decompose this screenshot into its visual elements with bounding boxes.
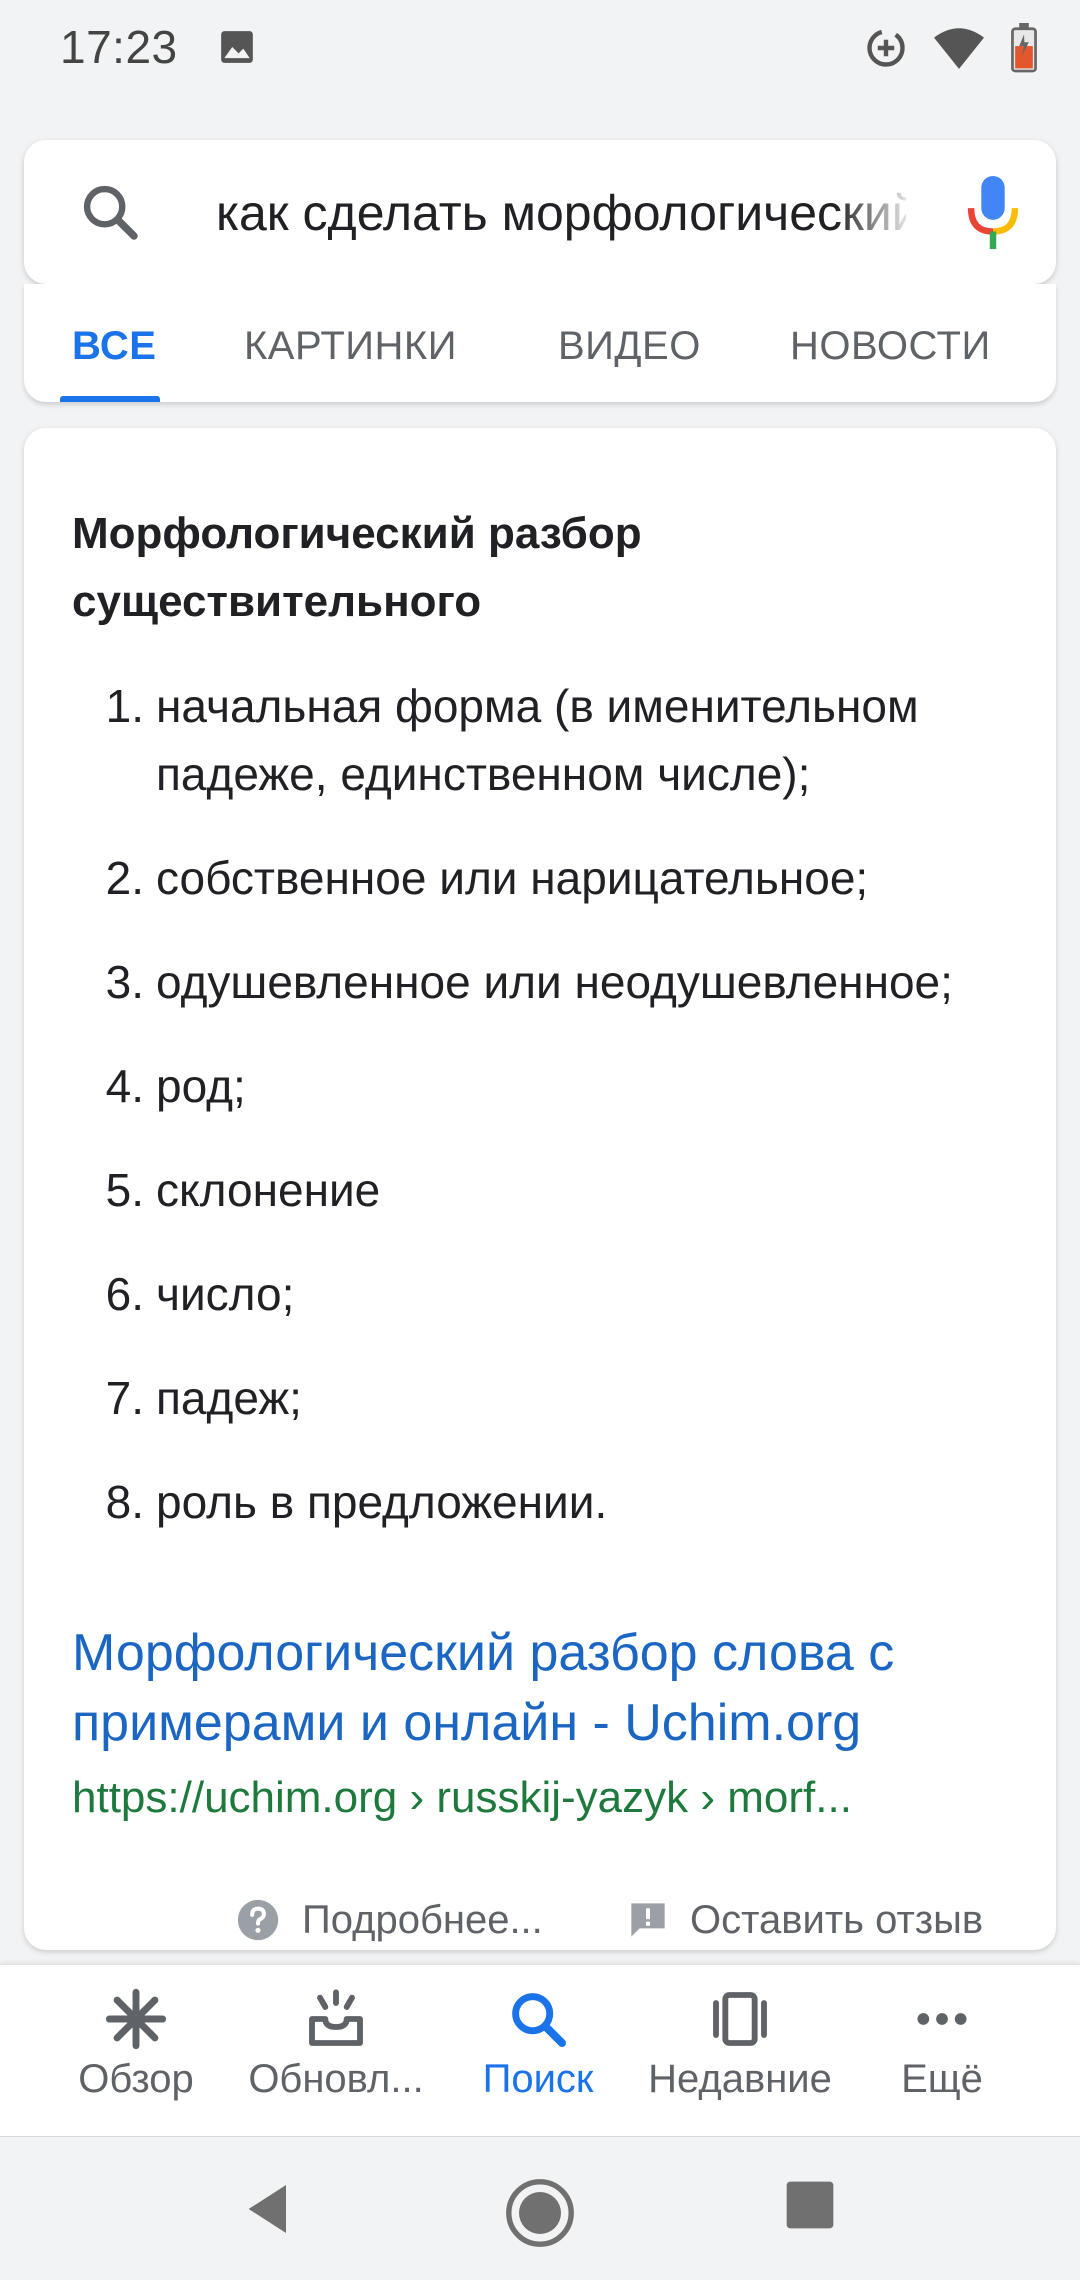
list-item: 8. роль в предложении. — [72, 1468, 1032, 1536]
search-input[interactable]: как сделать морфологический разбор сущес… — [216, 178, 906, 248]
list-item: 7. падеж; — [72, 1364, 1032, 1432]
image-icon — [221, 31, 253, 63]
wifi-icon — [934, 28, 984, 69]
nav-search[interactable]: Поиск — [438, 1987, 638, 2127]
feedback-icon — [631, 1903, 665, 1937]
tab-all[interactable]: ВСЕ — [72, 324, 156, 369]
page: 17:23 как сделать морфологический ВСЕ КА… — [0, 0, 1080, 2280]
nav-discover[interactable]: Обзор — [36, 1987, 236, 2127]
more-info-button[interactable]: Подробнее... — [236, 1898, 543, 1943]
list-item-text: собственное или нарицательное; — [156, 852, 869, 904]
feedback-button[interactable]: Оставить отзыв — [628, 1898, 983, 1943]
list-item-number: 4. — [105, 1060, 144, 1112]
list-item-number: 6. — [105, 1268, 144, 1320]
footer-feedback: Оставить отзыв — [628, 1890, 983, 1950]
recent-icon — [713, 1992, 767, 2046]
back-icon[interactable] — [238, 2177, 302, 2241]
list-item-text: склонение — [156, 1164, 381, 1216]
search-tabs: ВСЕ КАРТИНКИ ВИДЕО НОВОСТИ — [24, 284, 1056, 402]
nav-updates[interactable]: Обновл... — [236, 1987, 436, 2127]
home-icon[interactable] — [504, 2177, 576, 2249]
list-item-number: 5. — [105, 1164, 144, 1216]
snippet-title: Морфологический разбор существительного — [72, 509, 642, 626]
battery-icon — [1011, 23, 1037, 73]
more-icon — [917, 2013, 967, 2025]
status-icons — [864, 20, 1038, 76]
list-item: 1. начальная форма (в именительном падеж… — [72, 672, 1032, 808]
list-item: 6. число; — [72, 1260, 1032, 1328]
list-item-number: 7. — [105, 1372, 144, 1424]
list-item-number: 2. — [105, 852, 144, 904]
data-saver-icon — [867, 29, 905, 67]
snippet-list: 1. начальная форма (в именительном падеж… — [72, 672, 1032, 1572]
list-item-text: число; — [156, 1268, 295, 1320]
list-item-text: роль в предложении. — [156, 1476, 608, 1528]
result-url[interactable]: https://uchim.org › russkij-yazyk › morf… — [72, 1768, 1022, 1828]
nav-search-label: Поиск — [482, 2057, 594, 2101]
list-item-number: 8. — [105, 1476, 144, 1528]
list-item-number: 3. — [105, 956, 144, 1008]
list-item: 5. склонение — [72, 1156, 1032, 1224]
overview-icon[interactable] — [782, 2177, 838, 2233]
list-item-number: 1. — [105, 680, 144, 732]
footer-more: Подробнее... — [236, 1890, 543, 1950]
search-icon — [512, 1993, 566, 2047]
bottom-navigation: Обзор Обновл... Поиск Недавние Ещё — [0, 1964, 1080, 2136]
nav-more-label: Ещё — [901, 2057, 983, 2101]
mic-icon[interactable] — [966, 176, 1020, 252]
list-item-text: падеж; — [156, 1372, 302, 1424]
list-item: 2. собственное или нарицательное; — [72, 844, 1032, 912]
nav-more[interactable]: Ещё — [842, 1987, 1042, 2127]
nav-recent-label: Недавние — [648, 2057, 832, 2101]
search-icon[interactable] — [78, 180, 142, 244]
feedback-label: Оставить отзыв — [690, 1897, 984, 1942]
updates-icon — [309, 1989, 363, 2046]
search-box[interactable]: как сделать морфологический разбор сущес… — [24, 140, 1056, 284]
result-link[interactable]: Морфологический разбор слова с примерами… — [72, 1618, 1022, 1758]
system-navigation-bar — [0, 2136, 1080, 2280]
tab-active-indicator — [60, 396, 160, 402]
featured-snippet-card: Морфологический разбор существительного … — [24, 428, 1056, 1950]
nav-recent[interactable]: Недавние — [640, 1987, 840, 2127]
list-item-text: одушевленное или неодушевленное; — [156, 956, 953, 1008]
list-item-text: начальная форма (в именительном падеже, … — [156, 680, 919, 800]
list-item-text: род; — [156, 1060, 246, 1112]
nav-discover-label: Обзор — [78, 2057, 194, 2101]
tab-video[interactable]: ВИДЕО — [558, 324, 701, 369]
help-icon — [237, 1899, 279, 1941]
more-info-label: Подробнее... — [302, 1897, 543, 1942]
list-item: 4. род; — [72, 1052, 1032, 1120]
discover-icon — [105, 1988, 167, 2050]
status-time: 17:23 — [60, 21, 178, 73]
tab-images[interactable]: КАРТИНКИ — [244, 324, 457, 369]
search-query-fade — [836, 170, 916, 254]
tab-news[interactable]: НОВОСТИ — [790, 324, 991, 369]
nav-updates-label: Обновл... — [248, 2057, 424, 2101]
status-bar: 17:23 — [0, 0, 1080, 96]
list-item: 3. одушевленное или неодушевленное; — [72, 948, 1032, 1016]
